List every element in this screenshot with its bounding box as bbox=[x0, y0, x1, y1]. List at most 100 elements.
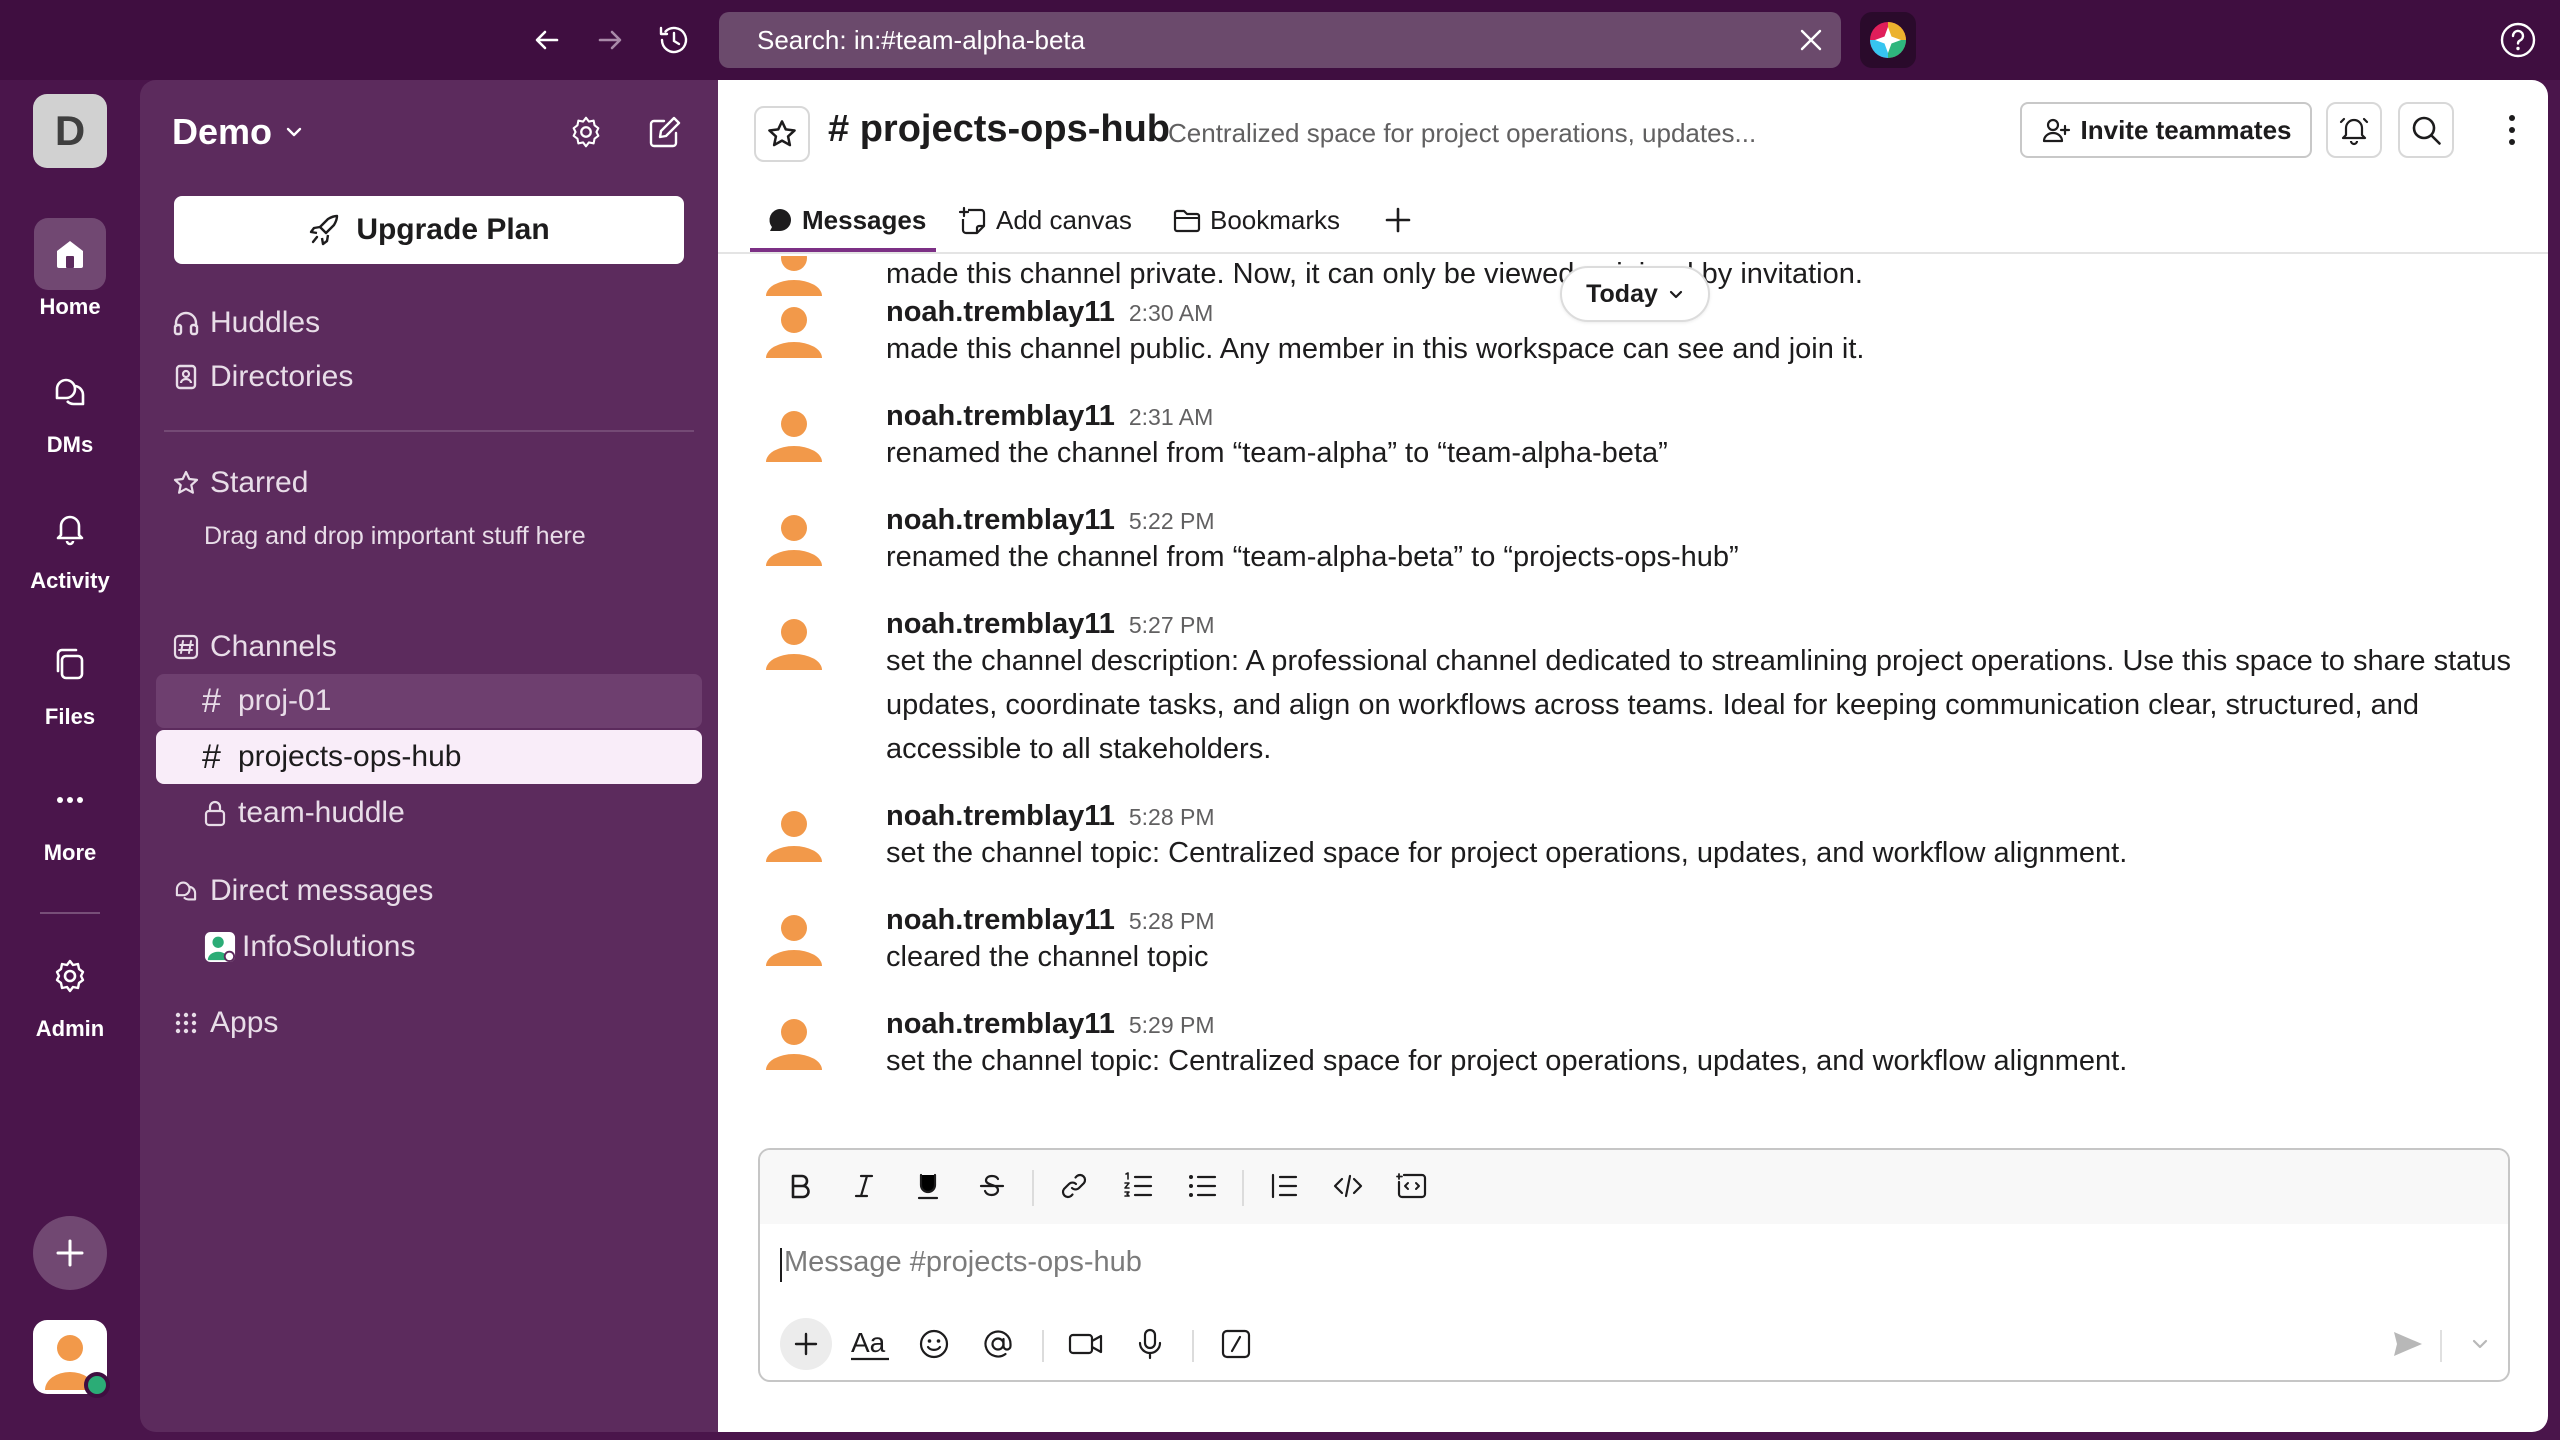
avatar[interactable] bbox=[758, 504, 830, 576]
rail-more-label: More bbox=[43, 840, 97, 865]
workspace-avatar[interactable]: D bbox=[33, 94, 107, 168]
tab-messages[interactable]: Messages bbox=[766, 188, 926, 252]
blockquote-icon[interactable] bbox=[1260, 1162, 1308, 1210]
message-time[interactable]: 2:30 AM bbox=[1129, 300, 1213, 326]
message-author[interactable]: noah.tremblay11 bbox=[886, 800, 1115, 832]
message-text: renamed the channel from “team-alpha-bet… bbox=[886, 541, 1739, 573]
toolbar-separator bbox=[1242, 1170, 1244, 1206]
avatar[interactable] bbox=[758, 904, 830, 976]
message-time[interactable]: 5:29 PM bbox=[1129, 1012, 1215, 1038]
sidebar-section-direct-messages[interactable]: Direct messages bbox=[172, 866, 433, 916]
italic-icon[interactable] bbox=[840, 1162, 888, 1210]
ai-assistant-button[interactable] bbox=[1860, 12, 1916, 68]
slash-command-icon[interactable] bbox=[1210, 1318, 1262, 1370]
forward-arrow-icon[interactable] bbox=[588, 18, 632, 62]
star-channel-button[interactable] bbox=[754, 106, 810, 162]
close-icon[interactable] bbox=[1795, 24, 1827, 56]
microphone-icon[interactable] bbox=[1124, 1318, 1176, 1370]
send-icon[interactable] bbox=[2382, 1318, 2434, 1370]
text-format-toggle-icon[interactable]: Aa bbox=[844, 1318, 896, 1370]
avatar[interactable] bbox=[758, 296, 830, 368]
rail-dms[interactable]: DMs bbox=[0, 356, 140, 458]
avatar[interactable] bbox=[758, 608, 830, 680]
rail-home[interactable]: Home bbox=[0, 218, 140, 320]
bulleted-list-icon[interactable] bbox=[1178, 1162, 1226, 1210]
tab-bookmarks[interactable]: Bookmarks bbox=[1172, 188, 1340, 252]
star-icon bbox=[172, 469, 204, 497]
attach-button[interactable] bbox=[780, 1318, 832, 1370]
numbered-list-icon[interactable] bbox=[1114, 1162, 1162, 1210]
search-channel-button[interactable] bbox=[2398, 102, 2454, 158]
avatar[interactable] bbox=[758, 800, 830, 872]
rail-activity-label: Activity bbox=[30, 568, 110, 593]
search-bar[interactable]: Search: in:#team-alpha-beta bbox=[719, 12, 1841, 68]
link-icon[interactable] bbox=[1050, 1162, 1098, 1210]
invite-teammates-button[interactable]: Invite teammates bbox=[2020, 102, 2312, 158]
top-bar: Search: in:#team-alpha-beta bbox=[0, 0, 2560, 80]
more-options-button[interactable] bbox=[2492, 102, 2532, 158]
workspace-name: Demo bbox=[172, 111, 273, 152]
history-icon[interactable] bbox=[652, 18, 696, 62]
message-time[interactable]: 5:27 PM bbox=[1129, 612, 1215, 638]
message-author[interactable]: noah.tremblay11 bbox=[886, 608, 1115, 640]
sidebar-channel-proj-01[interactable]: # proj-01 bbox=[156, 674, 702, 728]
rail-files[interactable]: Files bbox=[0, 628, 140, 730]
upgrade-plan-button[interactable]: Upgrade Plan bbox=[174, 196, 684, 264]
avatar[interactable] bbox=[758, 1008, 830, 1080]
message-time[interactable]: 5:28 PM bbox=[1129, 908, 1215, 934]
sidebar: Demo Upgrade Plan Huddles Directories St… bbox=[140, 80, 718, 1432]
search-icon bbox=[2412, 116, 2441, 145]
message-time[interactable]: 5:28 PM bbox=[1129, 804, 1215, 830]
channel-topic[interactable]: Centralized space for project operations… bbox=[1168, 118, 1756, 149]
notifications-button[interactable] bbox=[2326, 102, 2382, 158]
sidebar-section-starred[interactable]: Starred bbox=[172, 458, 308, 508]
code-icon[interactable] bbox=[1324, 1162, 1372, 1210]
message-input[interactable]: Message #projects-ops-hub bbox=[780, 1246, 1142, 1282]
settings-button[interactable] bbox=[558, 104, 614, 160]
sidebar-channel-team-huddle[interactable]: team-huddle bbox=[156, 786, 702, 840]
sidebar-item-huddles[interactable]: Huddles bbox=[172, 298, 320, 348]
back-arrow-icon[interactable] bbox=[525, 18, 569, 62]
sidebar-item-apps[interactable]: Apps bbox=[172, 998, 278, 1048]
sidebar-channel-projects-ops-hub[interactable]: # projects-ops-hub bbox=[156, 730, 702, 784]
rail-divider bbox=[40, 912, 100, 914]
add-workspace-button[interactable] bbox=[33, 1216, 107, 1290]
help-icon[interactable] bbox=[2496, 18, 2540, 62]
message-author[interactable]: noah.tremblay11 bbox=[886, 400, 1115, 432]
rail-admin[interactable]: Admin bbox=[0, 940, 140, 1042]
rail-more[interactable]: More bbox=[0, 764, 140, 866]
rail-activity[interactable]: Activity bbox=[0, 492, 140, 594]
underline-icon[interactable] bbox=[904, 1162, 952, 1210]
message-author[interactable]: noah.tremblay11 bbox=[886, 504, 1115, 536]
message-text: made this channel public. Any member in … bbox=[886, 333, 1865, 365]
strikethrough-icon[interactable] bbox=[968, 1162, 1016, 1210]
sidebar-dm-infosolutions[interactable]: InfoSolutions bbox=[204, 922, 415, 972]
directories-label: Directories bbox=[210, 360, 354, 393]
add-tab-button[interactable] bbox=[1382, 188, 1422, 252]
sidebar-section-channels[interactable]: Channels bbox=[172, 622, 337, 672]
message-time[interactable]: 5:22 PM bbox=[1129, 508, 1215, 534]
message-author[interactable]: noah.tremblay11 bbox=[886, 904, 1115, 936]
tab-add-canvas[interactable]: Add canvas bbox=[958, 188, 1132, 252]
video-icon[interactable] bbox=[1060, 1318, 1112, 1370]
compose-button[interactable] bbox=[637, 104, 693, 160]
apps-label: Apps bbox=[210, 1006, 279, 1039]
message-time[interactable]: 2:31 AM bbox=[1129, 404, 1213, 430]
sidebar-divider bbox=[164, 430, 694, 432]
code-block-icon[interactable] bbox=[1388, 1162, 1436, 1210]
message-author[interactable]: noah.tremblay11 bbox=[886, 1008, 1115, 1040]
message-author[interactable]: noah.tremblay11 bbox=[886, 296, 1115, 328]
chat-bubbles-icon bbox=[172, 877, 204, 905]
sidebar-item-directories[interactable]: Directories bbox=[172, 352, 353, 402]
chevron-down-icon[interactable] bbox=[2454, 1318, 2506, 1370]
channel-name: projects-ops-hub bbox=[238, 740, 462, 773]
avatar[interactable] bbox=[758, 400, 830, 472]
emoji-icon[interactable] bbox=[908, 1318, 960, 1370]
mention-icon[interactable] bbox=[972, 1318, 1024, 1370]
bold-icon[interactable] bbox=[776, 1162, 824, 1210]
user-avatar-icon bbox=[204, 930, 236, 964]
plus-icon bbox=[56, 1239, 84, 1267]
workspace-menu[interactable]: Demo bbox=[172, 102, 304, 162]
date-divider-today[interactable]: Today bbox=[1560, 266, 1710, 322]
channel-title[interactable]: # projects-ops-hub bbox=[828, 108, 1170, 151]
